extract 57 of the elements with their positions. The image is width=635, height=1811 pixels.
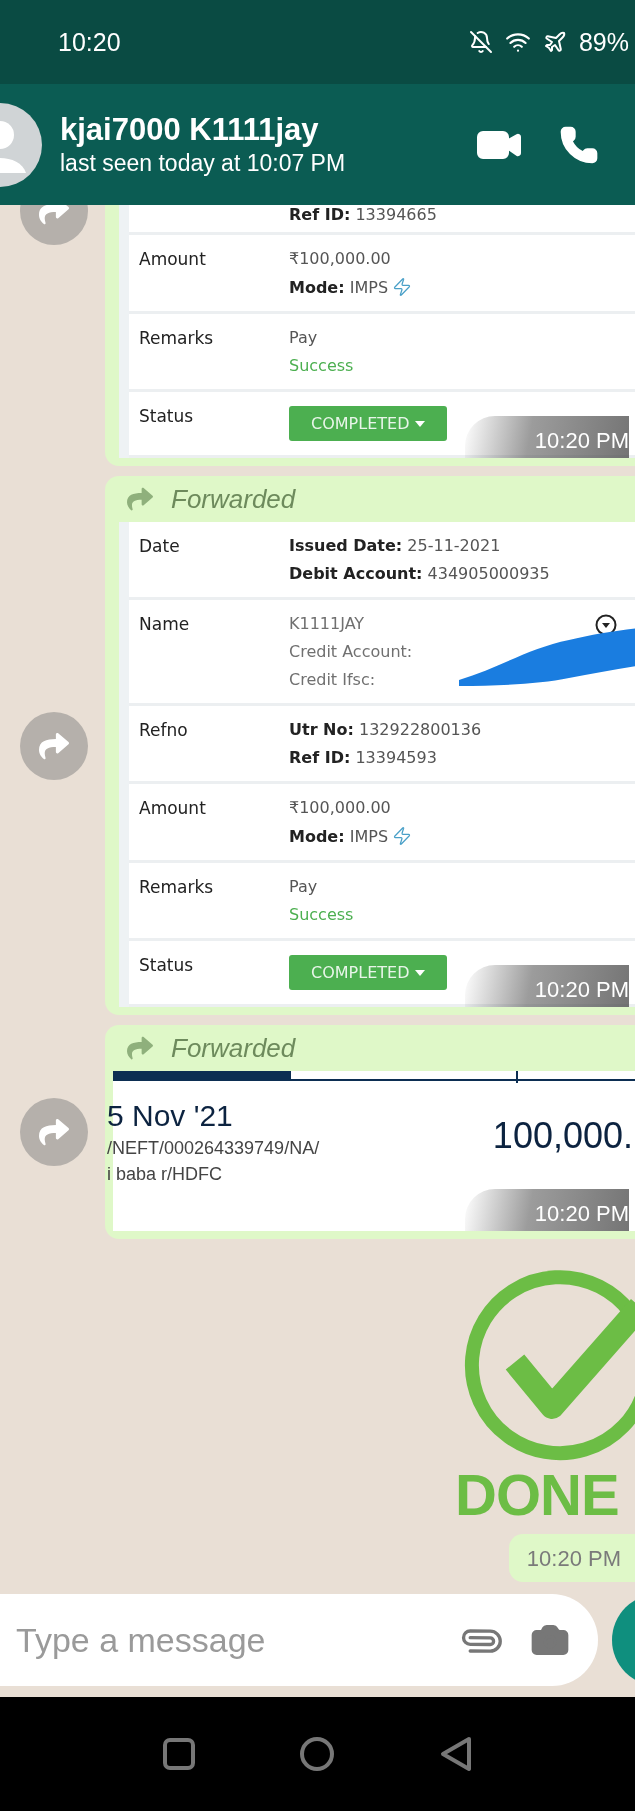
forward-icon	[39, 205, 69, 226]
detail-line: Mode: IMPS	[289, 826, 413, 846]
detail-line: ₹100,000.00	[289, 249, 391, 268]
forward-icon	[127, 1035, 153, 1061]
detail-line: Debit Account: 434905000935	[289, 564, 550, 583]
row-label: Status	[138, 406, 195, 428]
row-label: Remarks	[138, 328, 215, 350]
sticker-caption: DONE	[455, 1461, 620, 1528]
detail-line: Ref ID: 13394665	[289, 205, 437, 224]
detail-line: Utr No: 132922800136	[289, 720, 482, 739]
status-badge: COMPLETED	[289, 406, 448, 441]
row-label: Name	[138, 614, 191, 636]
contact-name[interactable]: kjai7000 K1111jay	[60, 112, 475, 148]
forwarded-label: Forwarded	[171, 483, 296, 515]
forward-icon	[39, 730, 69, 761]
transaction-detail: /NEFT/000264339749/NA/	[107, 1138, 320, 1159]
detail-line: Issued Date: 25-11-2021	[289, 536, 501, 555]
call-button[interactable]	[559, 124, 599, 165]
message-time: 10:20 PM	[464, 1189, 629, 1231]
detail-line: Ref ID: 13394593	[289, 748, 437, 767]
detail-line: Pay	[289, 328, 318, 347]
mute-icon	[468, 30, 493, 54]
status-badge: COMPLETED	[289, 955, 448, 990]
detail-line: ₹100,000.00	[289, 798, 391, 817]
airplane-icon	[542, 30, 567, 54]
transaction-date: 5 Nov '21	[107, 1099, 234, 1133]
detail-line: Credit Ifsc:	[289, 670, 376, 689]
message-time: 10:20 PM	[464, 965, 629, 1007]
status-time: 10:20	[58, 27, 122, 57]
message-time: 10:20 PM	[508, 1534, 635, 1582]
message-input[interactable]: Type a message	[14, 1619, 434, 1661]
message-field[interactable]: Type a message	[0, 1594, 598, 1686]
detail-line: Mode: IMPS	[289, 277, 413, 297]
caret-icon	[415, 420, 426, 427]
row-label: Amount	[138, 249, 207, 271]
row-label: Date	[138, 536, 181, 558]
forward-icon	[127, 486, 153, 512]
row-label: Remarks	[138, 877, 215, 899]
detail-line: Success	[289, 356, 354, 375]
transaction-amount: 100,000.	[492, 1115, 633, 1158]
detail-line: Credit Account:	[289, 642, 413, 661]
caret-icon	[415, 969, 426, 976]
forwarded-label: Forwarded	[171, 1032, 296, 1064]
row-label: Amount	[138, 798, 207, 820]
back-button[interactable]	[439, 1736, 474, 1772]
transaction-detail: i baba r/HDFC	[107, 1164, 224, 1185]
detail-line: Pay	[289, 877, 318, 896]
battery-level: 89%	[578, 27, 629, 57]
row-label: Status	[138, 955, 195, 977]
row-label: Refno	[138, 720, 189, 742]
recents-button[interactable]	[161, 1737, 196, 1771]
message-time: 10:20 PM	[464, 416, 629, 458]
last-seen: last seen today at 10:07 PM	[60, 150, 347, 177]
forward-icon	[39, 1117, 69, 1147]
detail-line: K1111JAY	[289, 614, 365, 633]
detail-line: Success	[289, 905, 354, 924]
home-button[interactable]	[299, 1736, 336, 1772]
